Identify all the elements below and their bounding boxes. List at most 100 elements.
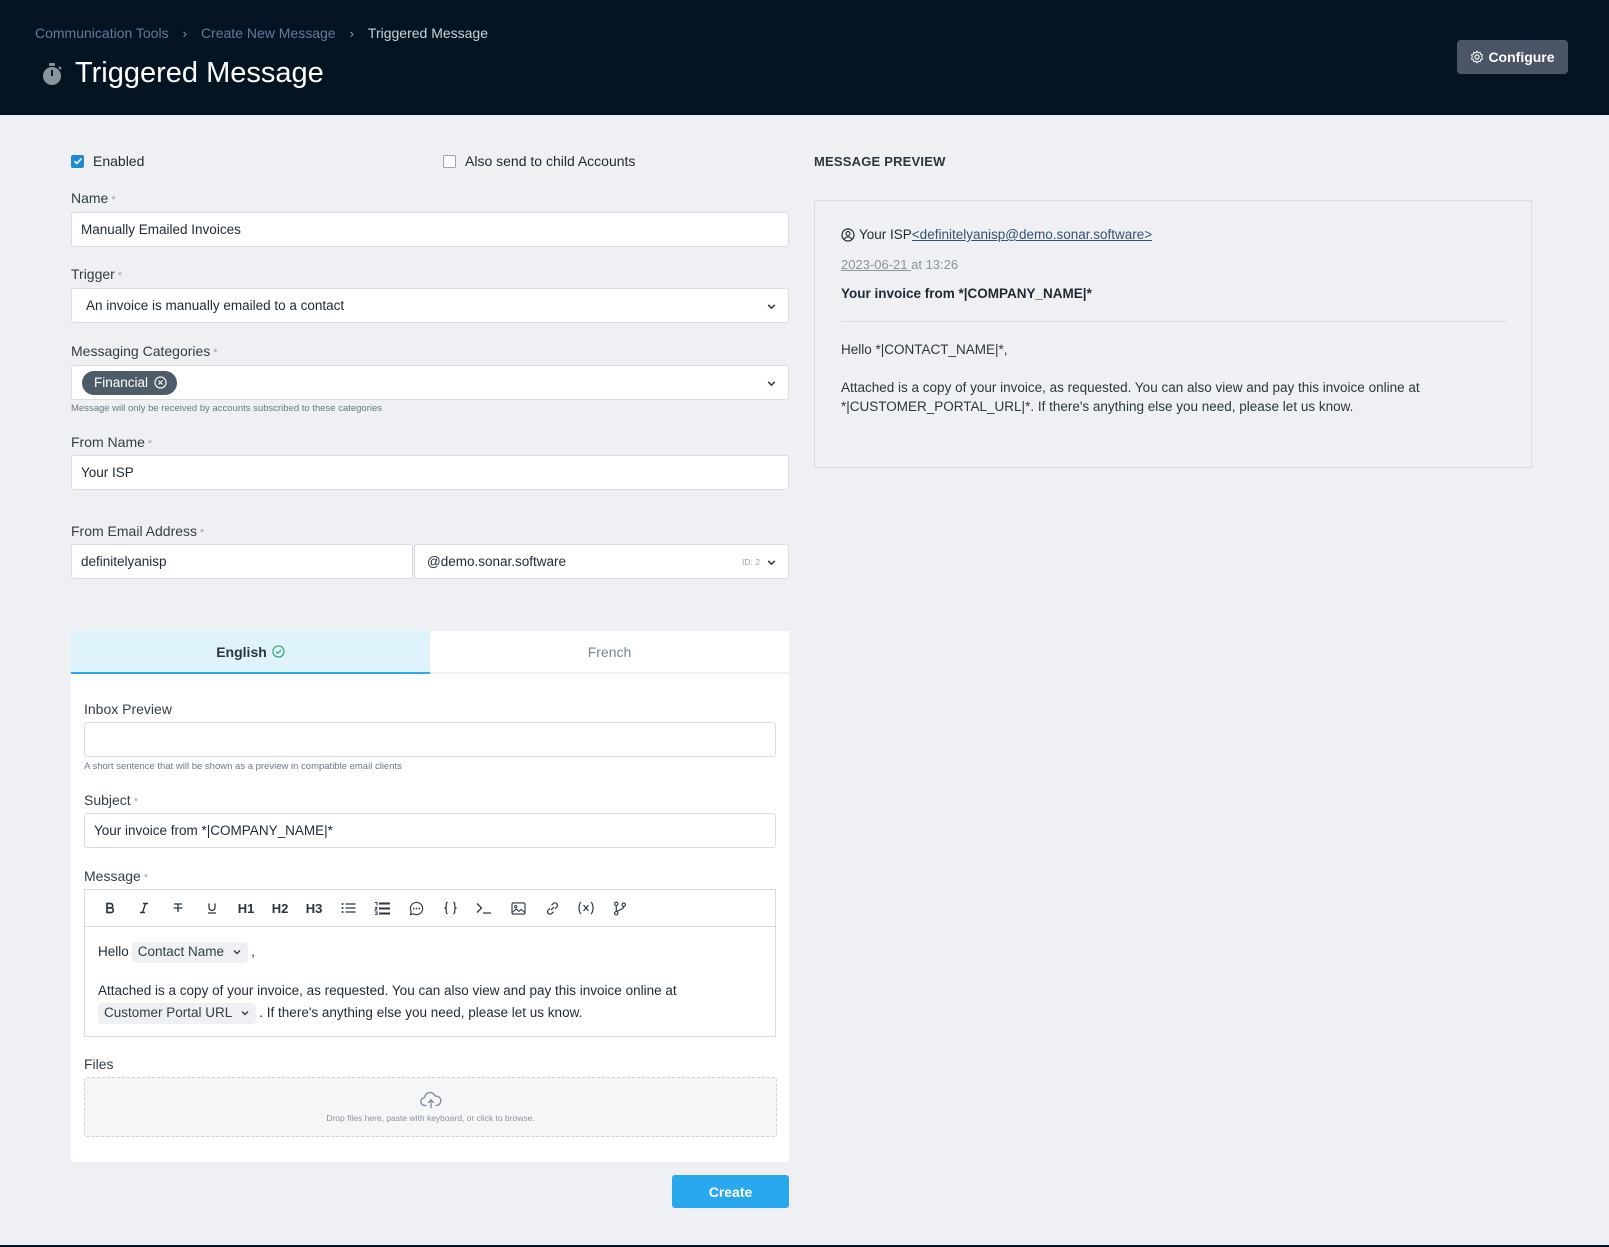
categories-hint: Message will only be received by account…: [71, 403, 383, 414]
domain-id-badge: ID: 2: [742, 557, 760, 567]
inbox-preview-hint: A short sentence that will be shown as a…: [84, 761, 402, 772]
trigger-label-text: Trigger: [71, 266, 115, 282]
subject-label: Subject *: [84, 792, 138, 808]
strikethrough-icon[interactable]: [161, 893, 195, 923]
chevron-down-icon: [767, 304, 776, 310]
gear-icon: [1471, 50, 1484, 64]
message-editor[interactable]: H1 H2 H3 Hello Contact Name, Attached is …: [84, 889, 776, 1037]
terminal-icon[interactable]: [467, 893, 501, 923]
tab-english-label: English: [216, 643, 267, 660]
language-tabs: English French: [71, 631, 789, 674]
editor-comma: ,: [251, 944, 255, 959]
preview-time: at 13:26: [911, 257, 959, 272]
required-mark: *: [117, 270, 123, 282]
enabled-checkbox[interactable]: [71, 154, 84, 168]
name-value: Manually Emailed Invoices: [81, 222, 241, 237]
ordered-list-icon[interactable]: [365, 893, 399, 923]
cloud-upload-icon: [419, 1091, 441, 1108]
required-mark: *: [111, 194, 116, 206]
contact-name-tag[interactable]: Contact Name: [131, 941, 249, 963]
configure-button[interactable]: Configure: [1457, 40, 1568, 74]
from-email-label: From Email Address *: [71, 523, 204, 539]
breadcrumb-create-new-message[interactable]: Create New Message: [201, 25, 336, 41]
create-button[interactable]: Create: [672, 1175, 789, 1208]
checkmark-icon: [73, 157, 82, 165]
trigger-value: An invoice is manually emailed to a cont…: [86, 298, 345, 313]
categories-label: Messaging Categories *: [71, 343, 218, 359]
check-circle-icon: [272, 645, 285, 658]
child-accounts-label: Also send to child Accounts: [465, 153, 636, 169]
variable-icon[interactable]: [569, 893, 603, 923]
heading-3-button[interactable]: H3: [297, 893, 331, 923]
trigger-select[interactable]: An invoice is manually emailed to a cont…: [71, 288, 789, 323]
editor-line-3-text: . If there's anything else you need, ple…: [259, 1005, 583, 1020]
stopwatch-icon: [43, 62, 62, 85]
bold-icon[interactable]: [93, 893, 127, 923]
message-label: Message *: [84, 868, 148, 884]
comment-icon[interactable]: [399, 893, 433, 923]
remove-chip-icon[interactable]: [154, 376, 167, 389]
message-preview-title: MESSAGE PREVIEW: [814, 154, 946, 169]
breadcrumb-separator-icon: ›: [349, 25, 354, 41]
from-name-label-text: From Name: [71, 434, 145, 450]
breadcrumb-communication-tools[interactable]: Communication Tools: [35, 25, 169, 41]
child-accounts-checkbox-row[interactable]: Also send to child Accounts: [443, 153, 635, 169]
enabled-checkbox-row[interactable]: Enabled: [71, 153, 144, 169]
page-title-text: Triggered Message: [75, 57, 324, 89]
italic-icon[interactable]: [127, 893, 161, 923]
bullet-list-icon[interactable]: [331, 893, 365, 923]
child-accounts-checkbox[interactable]: [443, 154, 456, 168]
branch-icon[interactable]: [603, 893, 637, 923]
breadcrumb-separator-icon: ›: [182, 25, 187, 41]
customer-portal-url-tag[interactable]: Customer Portal URL: [98, 1002, 257, 1024]
required-mark: *: [143, 872, 149, 884]
editor-line-1: Hello Contact Name,: [98, 941, 762, 963]
preview-greeting: Hello *|CONTACT_NAME|*,: [841, 342, 1008, 357]
from-email-label-text: From Email Address: [71, 523, 198, 539]
preview-divider: [841, 321, 1507, 322]
link-icon[interactable]: [535, 893, 569, 923]
categories-multiselect[interactable]: Financial: [71, 365, 789, 400]
heading-2-button[interactable]: H2: [263, 893, 297, 923]
tab-french-label: French: [587, 643, 632, 660]
tab-french[interactable]: French: [430, 631, 789, 674]
enabled-label: Enabled: [93, 153, 145, 169]
required-mark: *: [200, 527, 205, 539]
from-name-label: From Name *: [71, 434, 152, 450]
code-braces-icon[interactable]: [433, 893, 467, 923]
contact-name-tag-label: Contact Name: [137, 944, 225, 959]
customer-portal-url-tag-label: Customer Portal URL: [104, 1005, 233, 1020]
user-circle-icon: [841, 227, 855, 242]
image-icon[interactable]: [501, 893, 535, 923]
editor-line-3: Customer Portal URL . If there's anything…: [95, 1002, 762, 1024]
category-chip-financial: Financial: [82, 370, 178, 395]
chevron-down-icon: [767, 560, 776, 566]
preview-body: Hello *|CONTACT_NAME|*, Attached is a co…: [841, 340, 1511, 435]
from-email-domain-value: @demo.sonar.software: [427, 554, 567, 569]
message-preview-panel: Your ISP <definitelyanisp@demo.sonar.sof…: [814, 200, 1532, 468]
name-label: Name *: [71, 190, 116, 206]
tab-english[interactable]: English: [71, 631, 430, 674]
editor-line-2: Attached is a copy of your invoice, as r…: [98, 983, 677, 998]
required-mark: *: [147, 438, 153, 450]
name-input[interactable]: Manually Emailed Invoices: [71, 212, 789, 247]
required-mark: *: [213, 347, 218, 359]
preview-date-value: 2023-06-21: [841, 257, 912, 272]
from-name-input[interactable]: Your ISP: [71, 455, 789, 490]
subject-input[interactable]: Your invoice from *|COMPANY_NAME|*: [84, 813, 776, 848]
preview-subject: Your invoice from *|COMPANY_NAME|*: [841, 286, 1092, 301]
underline-icon[interactable]: [195, 893, 229, 923]
trigger-label: Trigger *: [71, 266, 122, 282]
from-email-domain-select[interactable]: @demo.sonar.software ID: 2: [414, 544, 789, 579]
from-email-user-input[interactable]: definitelyanisp: [71, 544, 413, 579]
breadcrumb: Communication Tools › Create New Message…: [35, 25, 488, 41]
preview-from: Your ISP <definitelyanisp@demo.sonar.sof…: [841, 227, 1152, 242]
heading-1-button[interactable]: H1: [229, 893, 263, 923]
inbox-preview-input[interactable]: [84, 722, 776, 757]
file-dropzone[interactable]: Drop files here, paste with keyboard, or…: [84, 1077, 777, 1137]
preview-body-text: Attached is a copy of your invoice, as r…: [841, 380, 1420, 414]
top-header: Communication Tools › Create New Message…: [0, 0, 1609, 115]
preview-from-email[interactable]: <definitelyanisp@demo.sonar.software>: [912, 227, 1152, 242]
editor-body[interactable]: Hello Contact Name, Attached is a copy of…: [85, 927, 775, 1038]
dropzone-text: Drop files here, paste with keyboard, or…: [326, 1112, 535, 1123]
